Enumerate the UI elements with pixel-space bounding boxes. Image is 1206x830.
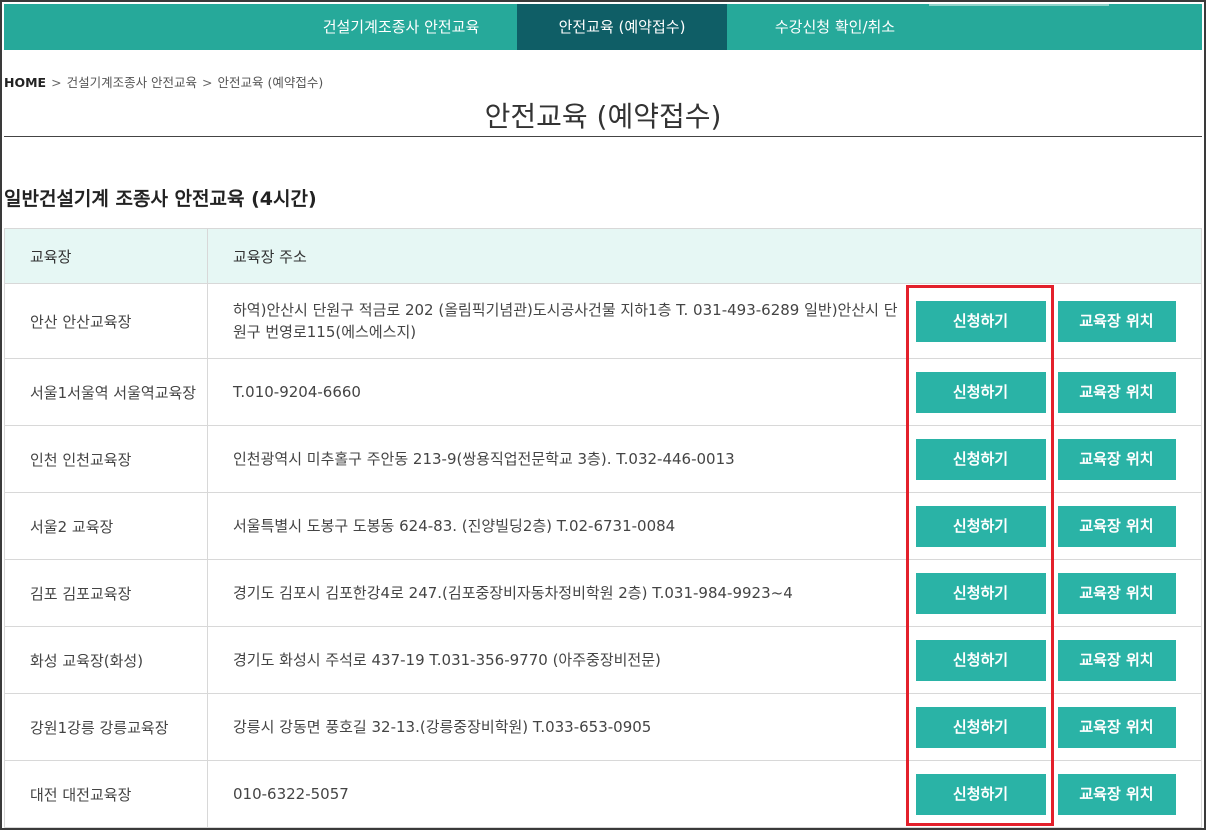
center-name: 서울2 교육장: [4, 492, 208, 560]
center-address: 강릉시 강동면 풍호길 32-13.(강릉중장비학원) T.033-653-09…: [207, 693, 908, 761]
column-header-actions: [907, 228, 1202, 284]
location-button[interactable]: 교육장 위치: [1057, 639, 1176, 681]
row-actions: 신청하기 교육장 위치: [907, 492, 1202, 560]
apply-button[interactable]: 신청하기: [915, 639, 1046, 681]
table-row: 안산 안산교육장 하역)안산시 단원구 적금로 202 (올림픽기념관)도시공사…: [4, 283, 1202, 359]
table-row: 김포 김포교육장 경기도 김포시 김포한강4로 247.(김포중장비자동차정비학…: [4, 559, 1202, 627]
breadcrumb-current: 안전교육 (예약접수): [217, 75, 324, 90]
apply-button[interactable]: 신청하기: [915, 505, 1046, 547]
apply-button[interactable]: 신청하기: [915, 706, 1046, 748]
center-name: 화성 교육장(화성): [4, 626, 208, 694]
breadcrumb-separator: >: [202, 75, 213, 90]
location-button[interactable]: 교육장 위치: [1057, 706, 1176, 748]
table-header-row: 교육장 교육장 주소: [4, 228, 1202, 284]
location-button[interactable]: 교육장 위치: [1057, 773, 1176, 815]
table-row: 대전 대전교육장 010-6322-5057 신청하기 교육장 위치: [4, 760, 1202, 828]
nav-decoration: [929, 4, 1109, 6]
center-address: 하역)안산시 단원구 적금로 202 (올림픽기념관)도시공사건물 지하1층 T…: [207, 283, 908, 359]
center-address: 010-6322-5057: [207, 760, 908, 828]
location-button[interactable]: 교육장 위치: [1057, 438, 1176, 480]
row-actions: 신청하기 교육장 위치: [907, 283, 1202, 359]
center-address: 경기도 화성시 주석로 437-19 T.031-356-9770 (아주중장비…: [207, 626, 908, 694]
column-header-address: 교육장 주소: [207, 228, 908, 284]
table-row: 강원1강릉 강릉교육장 강릉시 강동면 풍호길 32-13.(강릉중장비학원) …: [4, 693, 1202, 761]
location-button[interactable]: 교육장 위치: [1057, 505, 1176, 547]
center-address: 서울특별시 도봉구 도봉동 624-83. (진양빌딩2층) T.02-6731…: [207, 492, 908, 560]
table-row: 서울2 교육장 서울특별시 도봉구 도봉동 624-83. (진양빌딩2층) T…: [4, 492, 1202, 560]
center-name: 인천 인천교육장: [4, 425, 208, 493]
breadcrumb: HOME > 건설기계조종사 안전교육 > 안전교육 (예약접수): [4, 72, 323, 91]
education-center-table: 교육장 교육장 주소 안산 안산교육장 하역)안산시 단원구 적금로 202 (…: [4, 228, 1202, 828]
table-row: 화성 교육장(화성) 경기도 화성시 주석로 437-19 T.031-356-…: [4, 626, 1202, 694]
apply-button[interactable]: 신청하기: [915, 773, 1046, 815]
top-navigation: 건설기계조종사 안전교육 안전교육 (예약접수) 수강신청 확인/취소: [4, 4, 1202, 50]
center-name: 서울1서울역 서울역교육장: [4, 358, 208, 426]
breadcrumb-separator: >: [51, 75, 62, 90]
row-actions: 신청하기 교육장 위치: [907, 693, 1202, 761]
location-button[interactable]: 교육장 위치: [1057, 371, 1176, 413]
row-actions: 신청하기 교육장 위치: [907, 559, 1202, 627]
breadcrumb-level1-link[interactable]: 건설기계조종사 안전교육: [67, 75, 197, 90]
center-address: 경기도 김포시 김포한강4로 247.(김포중장비자동차정비학원 2층) T.0…: [207, 559, 908, 627]
tab-confirm-cancel[interactable]: 수강신청 확인/취소: [727, 4, 943, 50]
row-actions: 신청하기 교육장 위치: [907, 425, 1202, 493]
row-actions: 신청하기 교육장 위치: [907, 358, 1202, 426]
center-name: 안산 안산교육장: [4, 283, 208, 359]
title-divider: [4, 136, 1202, 137]
center-address: 인천광역시 미추홀구 주안동 213-9(쌍용직업전문학교 3층). T.032…: [207, 425, 908, 493]
tab-reservation[interactable]: 안전교육 (예약접수): [517, 4, 727, 50]
breadcrumb-home-link[interactable]: HOME: [4, 75, 46, 90]
apply-button[interactable]: 신청하기: [915, 438, 1046, 480]
column-header-center: 교육장: [4, 228, 208, 284]
section-title: 일반건설기계 조종사 안전교육 (4시간): [4, 188, 317, 210]
center-name: 강원1강릉 강릉교육장: [4, 693, 208, 761]
center-name: 대전 대전교육장: [4, 760, 208, 828]
location-button[interactable]: 교육장 위치: [1057, 300, 1176, 342]
row-actions: 신청하기 교육장 위치: [907, 626, 1202, 694]
center-name: 김포 김포교육장: [4, 559, 208, 627]
center-address: T.010-9204-6660: [207, 358, 908, 426]
row-actions: 신청하기 교육장 위치: [907, 760, 1202, 828]
location-button[interactable]: 교육장 위치: [1057, 572, 1176, 614]
table-row: 서울1서울역 서울역교육장 T.010-9204-6660 신청하기 교육장 위…: [4, 358, 1202, 426]
tab-safety-education[interactable]: 건설기계조종사 안전교육: [286, 4, 516, 50]
apply-button[interactable]: 신청하기: [915, 371, 1046, 413]
apply-button[interactable]: 신청하기: [915, 300, 1046, 342]
table-row: 인천 인천교육장 인천광역시 미추홀구 주안동 213-9(쌍용직업전문학교 3…: [4, 425, 1202, 493]
apply-button[interactable]: 신청하기: [915, 572, 1046, 614]
page-title: 안전교육 (예약접수): [484, 100, 722, 133]
